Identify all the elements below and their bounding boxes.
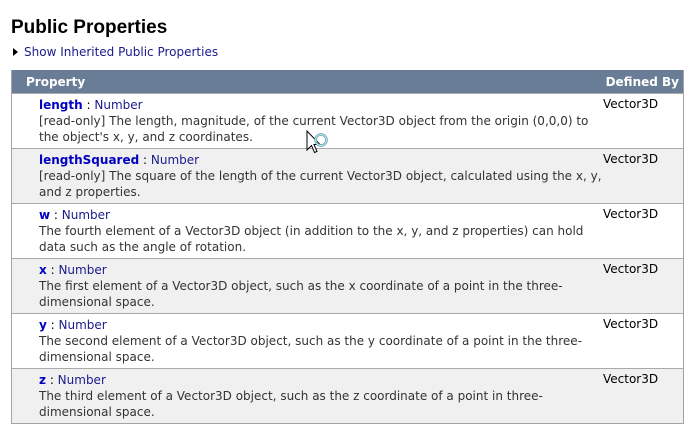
- property-description: The third element of a Vector3D object, …: [39, 389, 543, 419]
- table-row: w : Number The fourth element of a Vecto…: [12, 203, 683, 258]
- property-description: [read-only] The square of the length of …: [39, 169, 602, 199]
- property-name-link[interactable]: z: [39, 373, 46, 387]
- defined-by-cell: Vector3D: [603, 262, 659, 276]
- property-name-link[interactable]: w: [39, 208, 50, 222]
- busy-cursor-icon: [306, 130, 328, 154]
- header-defined-by: Defined By: [605, 74, 679, 89]
- property-type-link[interactable]: Number: [151, 153, 199, 167]
- defined-by-cell: Vector3D: [603, 317, 659, 331]
- property-description: The second element of a Vector3D object,…: [39, 334, 582, 364]
- property-name-link[interactable]: lengthSquared: [39, 153, 139, 167]
- table-row: x : Number The first element of a Vector…: [12, 258, 683, 313]
- property-type-link[interactable]: Number: [62, 208, 110, 222]
- property-type-link[interactable]: Number: [59, 318, 107, 332]
- property-name-link[interactable]: y: [39, 318, 47, 332]
- property-description: The fourth element of a Vector3D object …: [39, 224, 584, 254]
- properties-table: Property Defined By length : Number [rea…: [11, 70, 684, 424]
- defined-by-cell: Vector3D: [603, 152, 659, 166]
- table-row: length : Number [read-only] The length, …: [12, 93, 683, 148]
- table-row: y : Number The second element of a Vecto…: [12, 313, 683, 368]
- table-row: lengthSquared : Number [read-only] The s…: [12, 148, 683, 203]
- property-name-link[interactable]: length: [39, 98, 83, 112]
- page-title: Public Properties: [11, 17, 168, 38]
- expand-triangle-icon: [13, 48, 18, 56]
- defined-by-cell: Vector3D: [603, 207, 659, 221]
- property-description: The first element of a Vector3D object, …: [39, 279, 563, 309]
- property-type-link[interactable]: Number: [58, 263, 106, 277]
- defined-by-cell: Vector3D: [603, 372, 659, 386]
- defined-by-cell: Vector3D: [603, 97, 659, 111]
- header-property: Property: [26, 74, 86, 89]
- property-type-link[interactable]: Number: [58, 373, 106, 387]
- table-header: Property Defined By: [12, 70, 683, 93]
- show-inherited-label: Show Inherited Public Properties: [24, 45, 219, 59]
- table-row: z : Number The third element of a Vector…: [12, 368, 683, 423]
- property-name-link[interactable]: x: [39, 263, 47, 277]
- property-type-link[interactable]: Number: [94, 98, 142, 112]
- show-inherited-link[interactable]: Show Inherited Public Properties: [13, 45, 218, 59]
